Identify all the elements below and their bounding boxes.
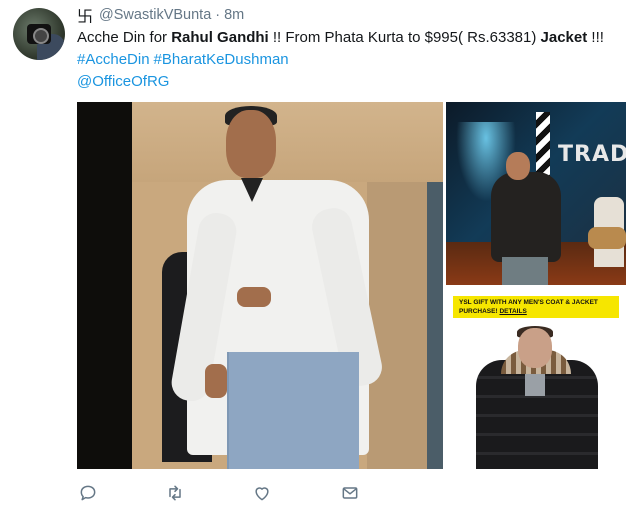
message-icon	[342, 487, 358, 499]
promo-line: YSL GIFT WITH ANY MEN'S COAT & JACKET	[459, 299, 598, 306]
tweet-text-part: Acche Din for	[77, 29, 172, 46]
media-photo-stage[interactable]: TRAD	[446, 102, 626, 285]
stage-face	[506, 152, 530, 180]
promo-line: PURCHASE! DETAILS	[459, 307, 613, 316]
hashtags: #AccheDin #BharatKeDushman	[77, 49, 293, 71]
tweet-text-bold: Jacket	[540, 29, 588, 46]
reply-button[interactable]	[77, 482, 99, 504]
like-icon	[255, 487, 269, 501]
mention-link[interactable]: @OfficeOfRG	[77, 71, 169, 93]
promo-banner: YSL GIFT WITH ANY MEN'S COAT & JACKET PU…	[453, 296, 619, 318]
retweet-button[interactable]	[164, 482, 186, 504]
stage-sign-text: TRAD	[558, 142, 626, 167]
media-photo-main[interactable]	[77, 102, 443, 469]
promo-details-link: DETAILS	[499, 308, 527, 315]
hashtag-link[interactable]: #BharatKeDushman	[154, 51, 289, 68]
tweet-media: TRAD YSL GIFT WITH ANY MEN'S COAT & JACK…	[77, 102, 626, 469]
media-photo-jacket-ad[interactable]: YSL GIFT WITH ANY MEN'S COAT & JACKET PU…	[446, 288, 626, 469]
tweet: 卐 @SwastikVBunta · 8m Acche Din for Rahu…	[0, 0, 640, 517]
ad-model-head	[518, 328, 552, 368]
promo-line-prefix: PURCHASE!	[459, 308, 500, 315]
tweet-actions	[77, 482, 477, 506]
message-button[interactable]	[339, 482, 361, 504]
stage-jacket	[491, 172, 561, 262]
hashtag-link[interactable]: #AccheDin	[77, 51, 150, 68]
separator-dot: ·	[215, 7, 221, 23]
user-handle[interactable]: @SwastikVBunta	[99, 7, 211, 23]
tweet-text-part: !!!	[587, 29, 604, 46]
photo-hand	[237, 287, 271, 307]
avatar[interactable]	[13, 8, 65, 60]
stage-drum	[588, 227, 626, 249]
photo-head	[226, 110, 276, 178]
tweet-text-part: !! From Phata Kurta to $995( Rs.63381)	[268, 29, 541, 46]
tweet-header: 卐 @SwastikVBunta · 8m	[77, 3, 244, 27]
tweet-text: Acche Din for Rahul Gandhi !! From Phata…	[77, 27, 604, 49]
avatar-camera-lens	[33, 28, 49, 44]
retweet-icon	[169, 485, 181, 501]
stage-pants	[502, 257, 548, 285]
reply-icon	[80, 485, 96, 501]
photo-wall	[132, 102, 443, 182]
like-button[interactable]	[251, 482, 273, 504]
tweet-text-bold: Rahul Gandhi	[171, 29, 269, 46]
photo-jeans	[229, 352, 359, 469]
tweet-timestamp[interactable]: 8m	[224, 7, 244, 23]
photo-hand	[205, 364, 227, 398]
user-display-symbol[interactable]: 卐	[77, 3, 93, 27]
